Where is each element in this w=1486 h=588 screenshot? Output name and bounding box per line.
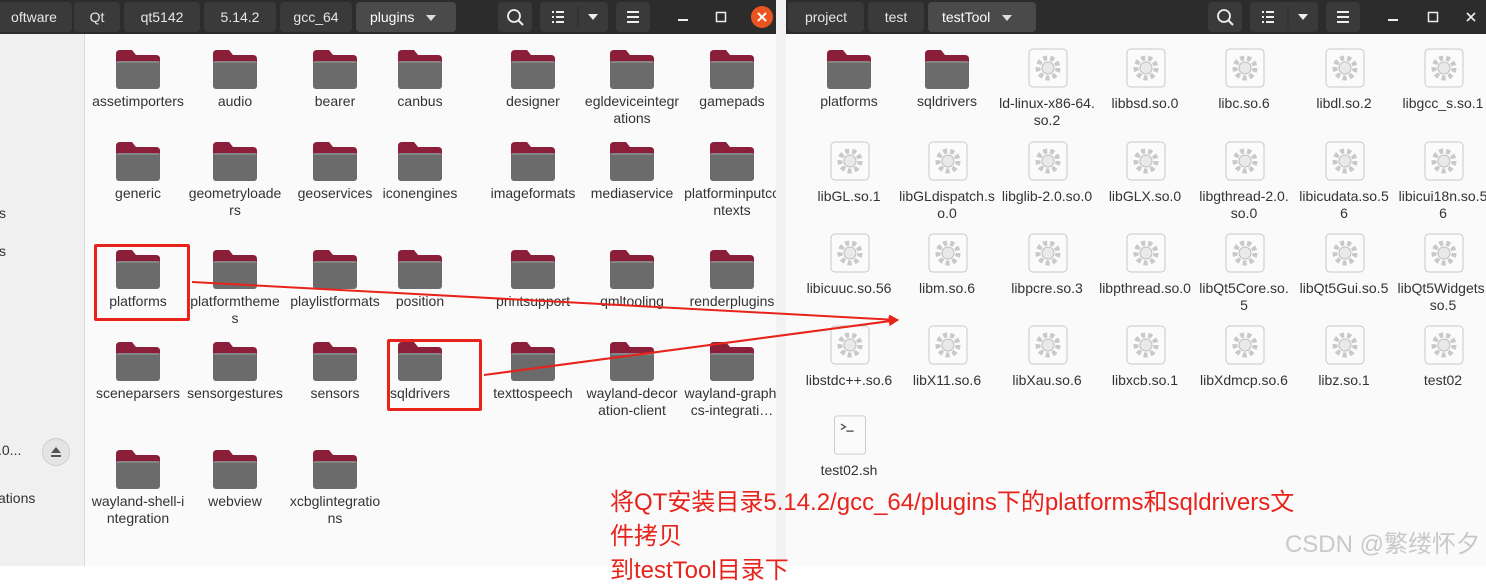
annotation-caption: 将QT安装目录5.14.2/gcc_64/plugins下的platforms和… (610, 486, 1310, 588)
caption-line-2: 到testTool目录下 (610, 557, 789, 584)
arrow-sqldrivers (483, 316, 899, 376)
arrow-platforms (191, 281, 899, 325)
watermark: CSDN @繁缕怀夕 (1284, 531, 1480, 558)
arrow-overlay (191, 281, 899, 376)
caption-line-1: 将QT安装目录5.14.2/gcc_64/plugins下的platforms和… (610, 489, 1295, 550)
